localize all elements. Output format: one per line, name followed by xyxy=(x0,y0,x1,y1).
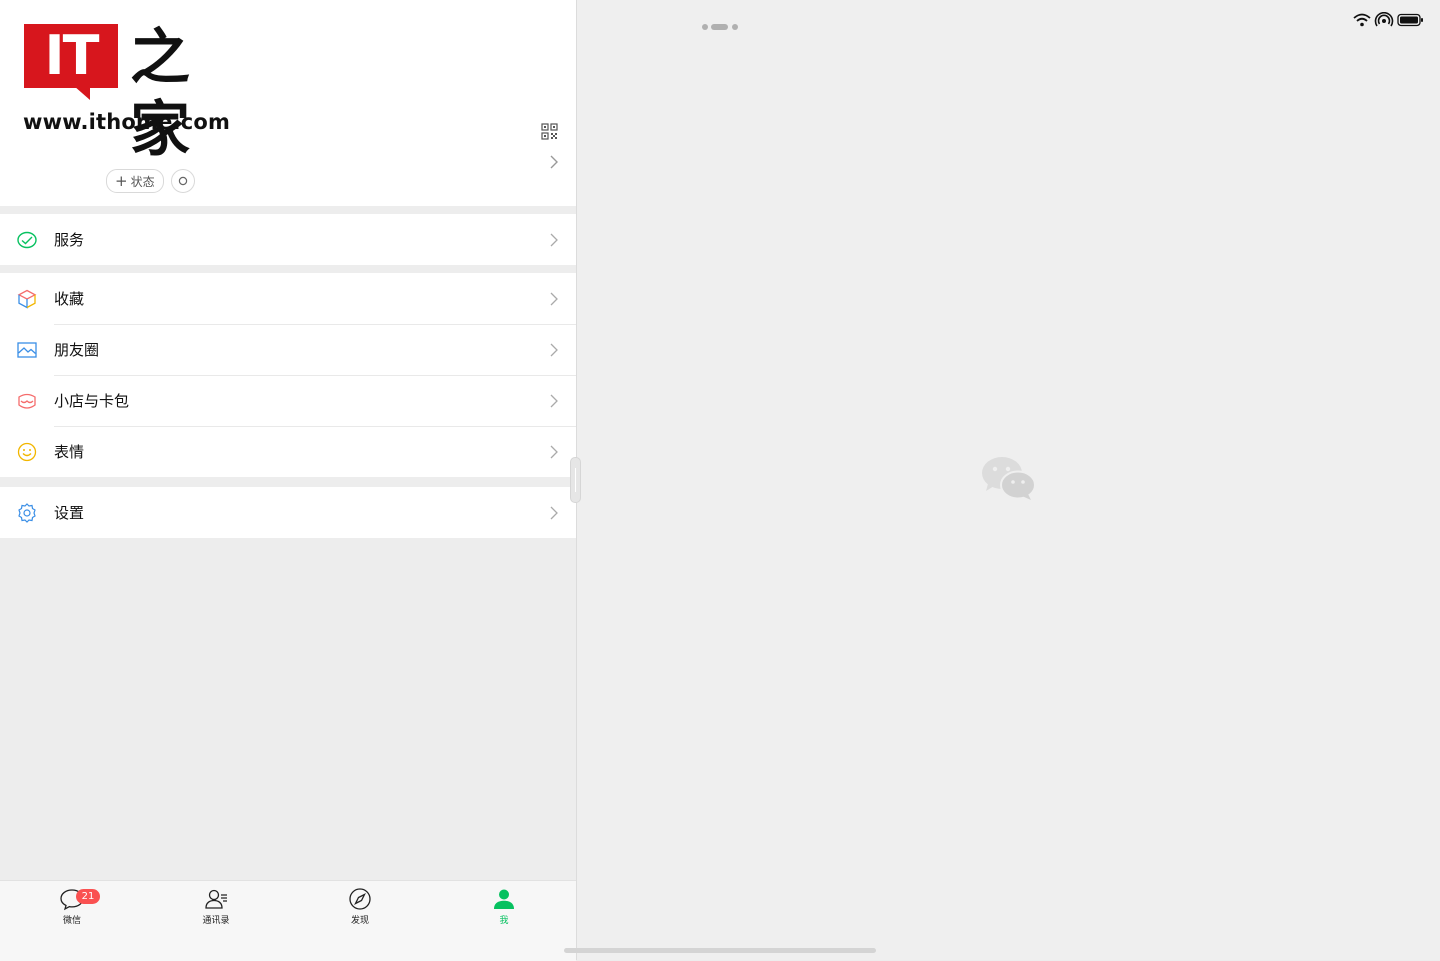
add-status-label: 状态 xyxy=(130,174,155,189)
chevron-right-icon xyxy=(550,292,558,305)
menu-item-label: 收藏 xyxy=(54,290,85,308)
wifi-icon xyxy=(1353,13,1371,27)
tab-discover[interactable]: 发现 xyxy=(320,887,400,926)
menu-group-services: 服务 xyxy=(0,214,576,265)
menu-item-label: 设置 xyxy=(54,504,85,522)
tab-label: 微信 xyxy=(62,916,81,926)
favorites-cube-icon xyxy=(17,289,37,309)
chevron-right-icon[interactable] xyxy=(548,154,560,170)
contacts-icon xyxy=(205,889,227,909)
qr-code-icon[interactable] xyxy=(541,123,558,140)
menu-group-settings: 设置 xyxy=(0,487,576,538)
menu-item-settings[interactable]: 设置 xyxy=(0,487,576,538)
tab-label: 发现 xyxy=(350,916,369,926)
tab-contacts[interactable]: 通讯录 xyxy=(176,887,256,926)
ring-icon xyxy=(178,176,188,186)
plus-icon: + xyxy=(115,171,128,190)
menu-item-label: 朋友圈 xyxy=(54,341,100,359)
menu-item-shop-cards[interactable]: 小店与卡包 xyxy=(0,375,576,426)
moments-picture-icon xyxy=(17,341,37,358)
tab-label: 我 xyxy=(499,916,509,926)
status-bar-icons xyxy=(1353,12,1423,27)
logo-zhijia-text: 之家 xyxy=(130,23,190,165)
left-pane: IT 之家 www.ithome.com + 状态 服务 收藏 朋友圈 小店与卡… xyxy=(0,0,577,961)
person-filled-icon xyxy=(494,889,514,909)
unread-badge: 21 xyxy=(76,889,100,904)
menu-item-services[interactable]: 服务 xyxy=(0,214,576,265)
gear-icon xyxy=(18,502,36,523)
menu-group-main: 收藏 朋友圈 小店与卡包 表情 xyxy=(0,273,576,477)
menu-item-label: 小店与卡包 xyxy=(54,392,130,410)
multitask-dots-icon[interactable] xyxy=(700,22,740,32)
menu-item-moments[interactable]: 朋友圈 xyxy=(0,324,576,375)
chevron-right-icon xyxy=(550,233,558,246)
menu-item-stickers[interactable]: 表情 xyxy=(0,426,576,477)
add-status-button[interactable]: + 状态 xyxy=(106,169,164,193)
battery-icon xyxy=(1397,13,1423,27)
menu-item-label: 表情 xyxy=(54,443,85,461)
logo-speech-tail xyxy=(74,86,90,100)
chevron-right-icon xyxy=(550,343,558,356)
profile-header[interactable]: IT 之家 www.ithome.com + 状态 xyxy=(0,0,576,206)
menu-item-favorites[interactable]: 收藏 xyxy=(0,273,576,324)
logo-url: www.ithome.com xyxy=(23,110,231,134)
tab-me[interactable]: 我 xyxy=(464,887,544,926)
home-indicator[interactable] xyxy=(564,948,876,953)
split-view-handle[interactable] xyxy=(570,457,581,503)
menu-item-label: 服务 xyxy=(54,231,85,249)
tab-bar: 21 微信 通讯录 发现 我 xyxy=(0,880,576,961)
chevron-right-icon xyxy=(550,445,558,458)
tab-chats[interactable]: 21 微信 xyxy=(32,887,112,926)
wallet-shop-icon xyxy=(18,393,36,409)
smiley-icon xyxy=(17,442,37,461)
chevron-right-icon xyxy=(550,506,558,519)
logo-it-text: IT xyxy=(24,24,118,88)
compass-icon xyxy=(349,888,371,910)
services-icon xyxy=(17,231,37,248)
chevron-right-icon xyxy=(550,394,558,407)
wechat-logo-icon xyxy=(982,457,1036,500)
hotspot-icon xyxy=(1374,12,1394,27)
status-ring-button[interactable] xyxy=(171,169,195,193)
tab-label: 通讯录 xyxy=(202,916,230,926)
